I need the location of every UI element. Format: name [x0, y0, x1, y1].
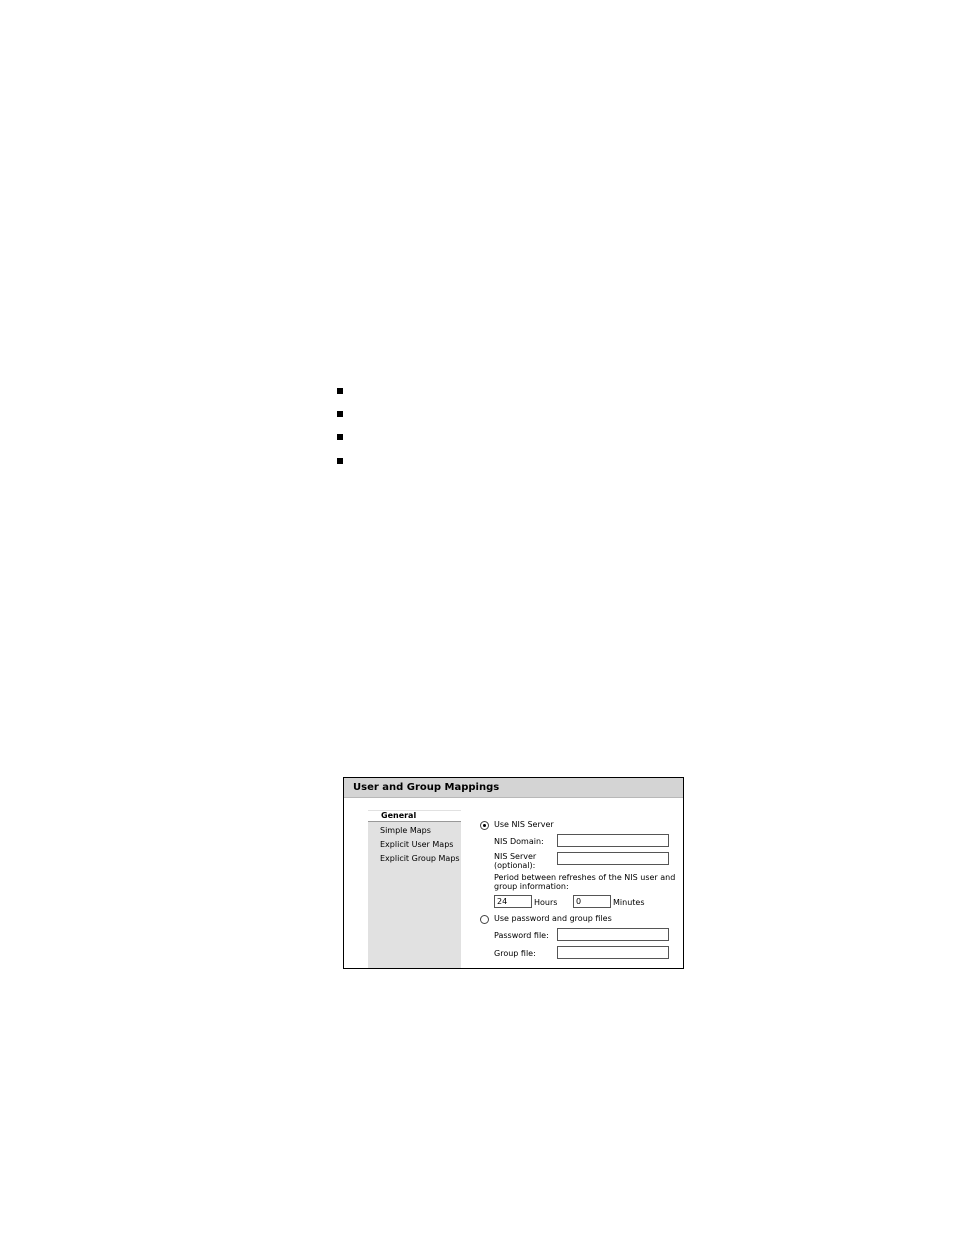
use-nis-server-radio[interactable]: [480, 821, 489, 830]
refresh-hours-input[interactable]: [494, 895, 532, 908]
use-files-radio[interactable]: [480, 915, 489, 924]
nav-item-simple-maps[interactable]: Simple Maps: [380, 826, 431, 836]
nis-server-input[interactable]: [557, 852, 669, 865]
use-files-label: Use password and group files: [494, 914, 612, 923]
minutes-label: Minutes: [613, 898, 645, 907]
nav-item-explicit-user-maps[interactable]: Explicit User Maps: [380, 840, 453, 850]
password-file-input[interactable]: [557, 928, 669, 941]
password-file-label: Password file:: [494, 931, 549, 940]
nis-server-label-line1: NIS Server: [494, 852, 537, 861]
nav-item-explicit-group-maps[interactable]: Explicit Group Maps: [380, 854, 460, 864]
square-bullet-icon: [337, 411, 343, 417]
nav-item-general[interactable]: General: [368, 811, 461, 822]
hours-label: Hours: [534, 898, 558, 907]
nis-domain-input[interactable]: [557, 834, 669, 847]
radio-selected-dot: [483, 824, 486, 827]
refresh-period-text-line2: group information:: [494, 882, 569, 891]
refresh-period-text-line1: Period between refreshes of the NIS user…: [494, 873, 676, 882]
refresh-minutes-input[interactable]: [573, 895, 611, 908]
panel-title: User and Group Mappings: [344, 778, 683, 798]
square-bullet-icon: [337, 388, 343, 394]
square-bullet-icon: [337, 458, 343, 464]
group-file-label: Group file:: [494, 949, 536, 958]
use-nis-server-label: Use NIS Server: [494, 820, 554, 829]
group-file-input[interactable]: [557, 946, 669, 959]
user-group-mappings-panel: User and Group Mappings General Simple M…: [343, 777, 684, 969]
square-bullet-icon: [337, 434, 343, 440]
nis-domain-label: NIS Domain:: [494, 837, 544, 846]
settings-nav: General Simple Maps Explicit User Maps E…: [368, 810, 461, 968]
nis-server-label-line2: (optional):: [494, 861, 536, 870]
